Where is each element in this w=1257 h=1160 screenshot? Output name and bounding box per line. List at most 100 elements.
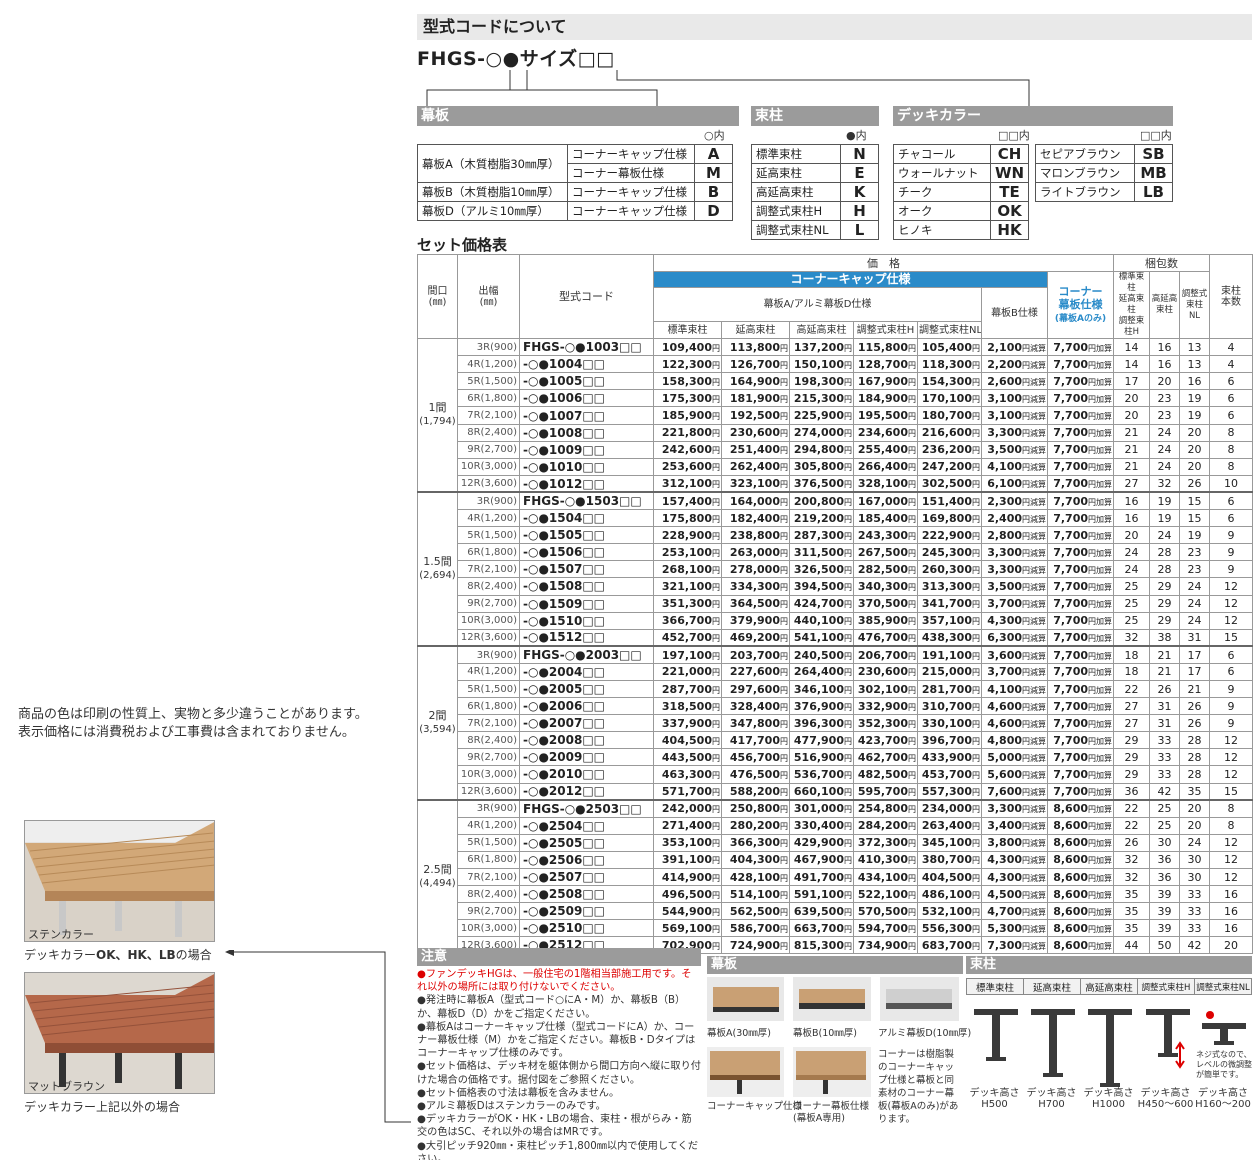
price-cell: 595,700円	[853, 782, 918, 801]
post-height-ext: デッキ高さ H700	[1026, 1088, 1077, 1110]
table-row: 10R(3,000) -○●2510□□ 569,100円 586,700円 663,7…	[418, 919, 1254, 938]
price-cell: 154,300円	[917, 372, 982, 391]
table-row: 12R(3,600) -○●1512□□ 452,700円 469,200円 541,1…	[418, 628, 1254, 647]
price-cell: 385,900円	[853, 611, 918, 630]
b-spec-cell: 2,600円減算	[981, 372, 1048, 391]
price-cell: 105,400円	[917, 338, 982, 357]
price-cell: 364,500円	[721, 594, 790, 613]
corner-panel-cell: 7,700円加算	[1046, 457, 1115, 476]
pack-cell: 39	[1149, 919, 1181, 938]
depth-cell: 6R(1,800)	[457, 850, 520, 870]
b-spec-cell: 4,700円減算	[981, 902, 1048, 921]
post-height-std: デッキ高さ H500	[969, 1088, 1020, 1110]
pack-cell: 6	[1209, 389, 1254, 408]
col-pk2: 高延高 束柱	[1149, 271, 1181, 340]
post-type-table: 標準束柱 延高束柱 高延高束柱 調整式束柱H 調整式束柱NL	[966, 978, 1252, 995]
price-cell: 463,300円	[653, 765, 722, 784]
code-cell: -○●1505□□	[519, 526, 654, 545]
price-cell: 394,500円	[789, 577, 854, 596]
code-cell: -○●2505□□	[519, 833, 654, 852]
color-group-label: デッキカラー	[893, 106, 1173, 126]
depth-cell: 10R(3,000)	[457, 611, 520, 630]
code-cell: -○●2509□□	[519, 902, 654, 921]
price-cell: 236,200円	[917, 440, 982, 459]
price-cell: 263,000円	[721, 543, 790, 562]
price-cell: 287,700円	[653, 679, 722, 699]
depth-cell: 6R(1,800)	[457, 697, 520, 716]
col-adjnl: 調整式束柱NL	[917, 320, 982, 340]
price-cell: 192,500円	[721, 406, 790, 425]
price-cell: 660,100円	[789, 782, 854, 801]
price-cell: 255,400円	[853, 440, 918, 459]
pack-cell: 12	[1209, 748, 1254, 767]
price-cell: 128,700円	[853, 355, 918, 374]
corner-panel-cell: 7,700円加算	[1046, 611, 1115, 630]
b-spec-cell: 3,400円減算	[981, 816, 1048, 835]
col-b-spec: 幕板B仕様	[981, 287, 1048, 340]
pack-cell: 16	[1113, 509, 1151, 528]
pack-cell: 8	[1209, 799, 1254, 818]
pack-cell: 20	[1179, 440, 1211, 459]
table-row: 1.5間 (2,694) 3R(900) FHGS-○●1503□□ 157,400円 1…	[417, 491, 1254, 647]
b-spec-cell: 4,100円減算	[981, 679, 1048, 699]
price-cell: 238,800円	[721, 526, 790, 545]
corner-panel-cell: 7,700円加算	[1046, 491, 1115, 511]
price-cell: 263,400円	[917, 816, 982, 835]
b-spec-cell: 7,600円減算	[981, 782, 1048, 801]
pack-cell: 20	[1179, 816, 1211, 835]
b-spec-cell: 7,300円減算	[981, 936, 1048, 955]
b-spec-cell: 3,600円減算	[981, 645, 1048, 664]
price-cell: 376,900円	[789, 697, 854, 716]
pack-cell: 12	[1209, 765, 1254, 784]
price-cell: 544,900円	[653, 902, 722, 921]
depth-cell: 7R(2,100)	[457, 406, 520, 425]
table-row: 12R(3,600) -○●2012□□ 571,700円 588,200円 660,1…	[418, 782, 1254, 801]
price-cell: 250,800円	[721, 799, 790, 818]
pack-cell: 35	[1113, 919, 1151, 938]
price-cell: 175,800円	[653, 509, 722, 528]
b-spec-cell: 3,700円減算	[981, 594, 1048, 613]
pack-cell: 12	[1209, 850, 1254, 870]
price-cell: 109,400円	[653, 338, 722, 357]
price-cell: 313,300円	[917, 577, 982, 596]
col-adjh: 調整式束柱H	[853, 320, 918, 340]
depth-cell: 10R(3,000)	[457, 919, 520, 938]
pack-cell: 26	[1113, 833, 1151, 852]
corner-panel-cell: 7,700円加算	[1046, 765, 1115, 784]
pack-cell: 24	[1179, 577, 1211, 596]
code-cell: -○●1007□□	[519, 406, 654, 425]
pack-cell: 16	[1209, 902, 1254, 921]
price-cell: 243,300円	[853, 526, 918, 545]
notes-box: 注意 ●ファンデッキHGは、一般住宅の1階相当部施工用です。それ以外の場所には取…	[417, 948, 701, 1160]
depth-cell: 9R(2,700)	[457, 440, 520, 459]
pack-cell: 25	[1113, 611, 1151, 630]
b-spec-cell: 3,300円減算	[981, 560, 1048, 579]
table-row: 6R(1,800) -○●2006□□ 318,500円 328,400円 376,90…	[418, 697, 1254, 716]
corner-panel-cell: 7,700円加算	[1046, 697, 1115, 716]
pack-cell: 22	[1113, 816, 1151, 835]
pack-cell: 8	[1209, 440, 1254, 459]
pack-cell: 19	[1149, 491, 1181, 511]
pack-cell: 20	[1179, 799, 1211, 818]
price-cell: 410,300円	[853, 850, 918, 870]
pack-cell: 9	[1209, 543, 1254, 562]
panel-label-a: 幕板A(30㎜厚)	[707, 1028, 771, 1039]
code-cell: -○●1506□□	[519, 543, 654, 562]
depth-cell: 4R(1,200)	[457, 816, 520, 835]
col-ab-spec: 幕板A/アルミ幕板D仕様	[653, 287, 982, 322]
pack-cell: 22	[1113, 799, 1151, 818]
price-cell: 253,600円	[653, 457, 722, 476]
price-cell: 221,000円	[653, 662, 722, 681]
table-row: 4R(1,200) -○●2004□□ 221,000円 227,600円 264,40…	[418, 662, 1254, 681]
price-cell: 340,300円	[853, 577, 918, 596]
col-std: 標準束柱	[653, 320, 722, 340]
price-cell: 334,300円	[721, 577, 790, 596]
depth-cell: 12R(3,600)	[457, 474, 520, 493]
pack-cell: 19	[1179, 406, 1211, 425]
price-cell: 200,800円	[789, 491, 854, 511]
price-cell: 438,300円	[917, 628, 982, 647]
code-cell: -○●1010□□	[519, 457, 654, 476]
price-cell: 357,100円	[917, 611, 982, 630]
pack-cell: 24	[1149, 526, 1181, 545]
price-cell: 556,300円	[917, 919, 982, 938]
